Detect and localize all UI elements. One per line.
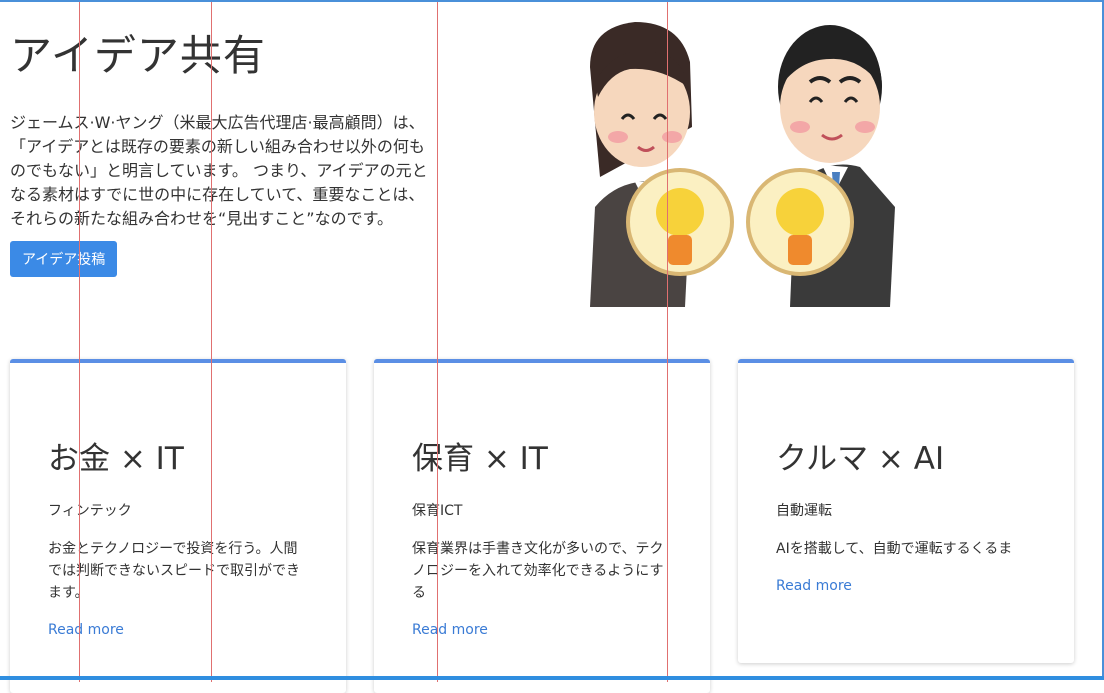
card-childcare-ict: 保育 × IT 保育ICT 保育業界は手書き文化が多いので、テクノロジーを入れて…	[374, 359, 710, 693]
card-description: お金とテクノロジーで投資を行う。人間では判断できないスピードで取引ができます。	[48, 541, 300, 601]
lightbulb-right-icon	[746, 168, 854, 276]
read-more-link[interactable]: Read more	[412, 622, 488, 638]
post-idea-button[interactable]: アイデア投稿	[10, 241, 118, 277]
lightbulb-left-icon	[626, 168, 734, 276]
card-description: 保育業界は手書き文化が多いので、テクノロジーを入れて効率化できるようにする	[412, 541, 664, 601]
card-title: クルマ × AI	[776, 441, 945, 477]
business-people-illustration	[590, 22, 895, 307]
card-fintech: お金 × IT フィンテック お金とテクノロジーで投資を行う。人間では判断できな…	[10, 359, 346, 693]
read-more-link[interactable]: Read more	[48, 622, 124, 638]
page-title: アイデア共有	[10, 31, 266, 80]
card-subtitle: 自動運転	[776, 503, 832, 519]
card-subtitle: フィンテック	[48, 503, 132, 519]
read-more-link[interactable]: Read more	[776, 578, 852, 594]
bottom-border	[0, 676, 1104, 680]
card-title: お金 × IT	[48, 441, 184, 477]
card-description: AIを搭載して、自動で運転するくるま	[776, 541, 1013, 557]
card-title: 保育 × IT	[412, 441, 548, 477]
hero-section: アイデア共有 ジェームス·W·ヤング（米最大広告代理店·最高顧問）は、「アイデア…	[10, 22, 435, 277]
hero-description: ジェームス·W·ヤング（米最大広告代理店·最高顧問）は、「アイデアとは既存の要素…	[10, 113, 428, 228]
card-subtitle: 保育ICT	[412, 503, 463, 519]
card-autonomous-driving: クルマ × AI 自動運転 AIを搭載して、自動で運転するくるま Read mo…	[738, 359, 1074, 663]
